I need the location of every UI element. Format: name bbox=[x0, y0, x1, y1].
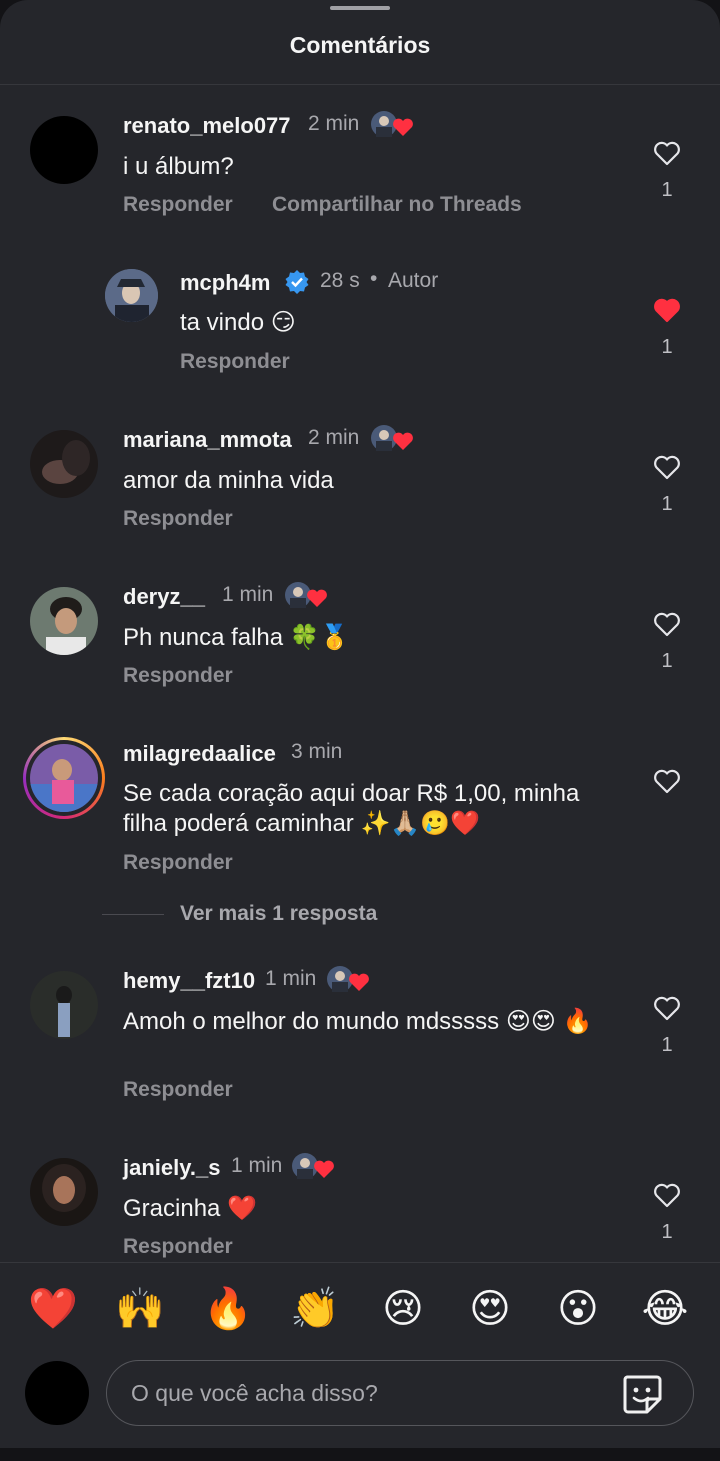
avatar[interactable] bbox=[30, 116, 98, 184]
comment-composer bbox=[0, 1350, 720, 1448]
reaction-fire-emoji[interactable]: 🔥 bbox=[200, 1281, 256, 1337]
heart-outline-icon bbox=[654, 455, 680, 480]
comments-sheet: Comentários renato_melo077 2 min i u álb… bbox=[0, 0, 720, 1448]
heart-outline-icon bbox=[654, 1183, 680, 1208]
like-button[interactable] bbox=[652, 993, 682, 1023]
sticker-icon[interactable] bbox=[619, 1371, 665, 1417]
avatar[interactable] bbox=[30, 430, 98, 498]
share-threads-button[interactable]: Compartilhar no Threads bbox=[272, 193, 522, 217]
comment-text: Ph nunca falha 🍀🥇 bbox=[123, 624, 350, 651]
comment-text: Gracinha ❤️ bbox=[123, 1195, 257, 1222]
verified-badge-icon bbox=[285, 270, 309, 294]
comment-username[interactable]: renato_melo077 bbox=[123, 113, 291, 139]
like-count: 1 bbox=[661, 1034, 673, 1056]
avatar[interactable] bbox=[30, 971, 98, 1039]
avatar-photo bbox=[30, 1158, 98, 1226]
reaction-clap-emoji[interactable]: 👏 bbox=[287, 1281, 343, 1337]
avatar[interactable] bbox=[30, 1158, 98, 1226]
author-liked-icon bbox=[327, 966, 369, 992]
my-avatar bbox=[25, 1361, 89, 1425]
divider bbox=[102, 914, 164, 915]
like-button[interactable] bbox=[652, 295, 682, 325]
comment-time: 28 s bbox=[320, 269, 360, 292]
comment-text: Se cada coração aqui doar R$ 1,00, minha… bbox=[123, 780, 580, 837]
like-count: 1 bbox=[661, 650, 673, 672]
comment-text: ta vindo 😏 bbox=[180, 309, 296, 336]
author-tag: Autor bbox=[388, 269, 439, 292]
sheet-title: Comentários bbox=[289, 32, 431, 58]
like-count: 1 bbox=[661, 1221, 673, 1243]
author-liked-icon bbox=[371, 425, 413, 451]
reaction-crying-emoji[interactable]: 😢 bbox=[375, 1281, 431, 1337]
heart-outline-icon bbox=[654, 769, 680, 794]
comment-time: 2 min bbox=[308, 112, 360, 135]
reply-button[interactable]: Responder bbox=[123, 1078, 233, 1102]
reply-button[interactable]: Responder bbox=[123, 851, 233, 875]
author-liked-icon bbox=[285, 582, 327, 608]
comment-time: 2 min bbox=[308, 426, 360, 449]
comment-time: 3 min bbox=[291, 740, 343, 763]
heart-outline-icon bbox=[654, 612, 680, 637]
comment-list[interactable]: renato_melo077 2 min i u álbum? Responde… bbox=[0, 85, 720, 1260]
comment-input-wrapper[interactable] bbox=[106, 1360, 694, 1426]
comment-text: i u álbum? bbox=[123, 153, 234, 180]
reaction-surprised-emoji[interactable]: 😮 bbox=[550, 1281, 606, 1337]
separator-dot: • bbox=[370, 267, 378, 290]
avatar-photo bbox=[30, 971, 98, 1039]
like-button[interactable] bbox=[652, 138, 682, 168]
comment-username[interactable]: mcph4m bbox=[180, 270, 270, 296]
avatar-photo bbox=[105, 269, 158, 322]
avatar[interactable] bbox=[30, 587, 98, 655]
heart-outline-icon bbox=[654, 141, 680, 166]
like-button[interactable] bbox=[652, 609, 682, 639]
like-button[interactable] bbox=[652, 452, 682, 482]
reply-button[interactable]: Responder bbox=[123, 1235, 233, 1259]
comment-username[interactable]: mariana_mmota bbox=[123, 427, 292, 453]
like-count: 1 bbox=[661, 336, 673, 358]
like-count: 1 bbox=[661, 493, 673, 515]
comment-time: 1 min bbox=[222, 583, 274, 606]
story-ring-avatar[interactable] bbox=[23, 737, 105, 819]
comment-username[interactable]: hemy__fzt10 bbox=[123, 968, 255, 994]
drag-handle[interactable] bbox=[330, 6, 390, 10]
reaction-raised-hands-emoji[interactable]: 🙌 bbox=[112, 1281, 168, 1337]
avatar[interactable] bbox=[105, 269, 158, 322]
comment-time: 1 min bbox=[231, 1154, 283, 1177]
heart-outline-icon bbox=[654, 996, 680, 1021]
comment-username[interactable]: janiely._s bbox=[123, 1155, 220, 1181]
view-more-replies-button[interactable]: Ver mais 1 resposta bbox=[180, 902, 377, 926]
avatar-photo bbox=[30, 744, 98, 812]
comment-input[interactable] bbox=[131, 1375, 601, 1411]
comment-time: 1 min bbox=[265, 967, 317, 990]
system-nav-bar bbox=[0, 1448, 720, 1461]
avatar-photo bbox=[30, 430, 98, 498]
like-button[interactable] bbox=[652, 766, 682, 796]
reply-button[interactable]: Responder bbox=[180, 350, 290, 374]
comment-text: amor da minha vida bbox=[123, 467, 334, 494]
reply-button[interactable]: Responder bbox=[123, 507, 233, 531]
like-count: 1 bbox=[661, 179, 673, 201]
comment-username[interactable]: deryz__ bbox=[123, 584, 205, 610]
reply-button[interactable]: Responder bbox=[123, 193, 233, 217]
reply-button[interactable]: Responder bbox=[123, 664, 233, 688]
quick-reactions-bar: ❤️ 🙌 🔥 👏 😢 😍 😮 😂 bbox=[0, 1262, 720, 1350]
comment-text: Amoh o melhor do mundo mdsssss 😍😍 🔥 bbox=[123, 1008, 593, 1035]
avatar-photo bbox=[30, 587, 98, 655]
reaction-heart-eyes-emoji[interactable]: 😍 bbox=[462, 1281, 518, 1337]
author-liked-icon bbox=[371, 111, 413, 137]
reaction-laughing-emoji[interactable]: 😂 bbox=[637, 1281, 693, 1337]
comment-username[interactable]: milagredaalice bbox=[123, 741, 276, 767]
author-liked-icon bbox=[292, 1153, 334, 1179]
like-button[interactable] bbox=[652, 1180, 682, 1210]
reaction-heart-emoji[interactable]: ❤️ bbox=[25, 1281, 81, 1337]
heart-filled-icon bbox=[654, 298, 680, 323]
